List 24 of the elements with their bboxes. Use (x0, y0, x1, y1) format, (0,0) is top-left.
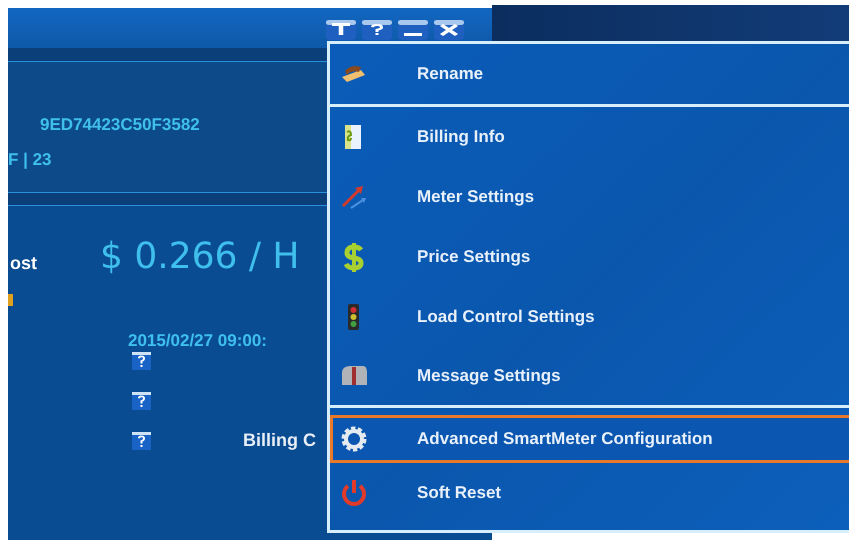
menu-item[interactable]: Meter Settings (330, 167, 849, 227)
menu-item[interactable]: Message Settings (330, 347, 849, 405)
help-icon[interactable] (132, 392, 151, 410)
billing-label: Billing C (243, 429, 316, 452)
pin-icon[interactable] (326, 20, 356, 40)
timestamp: 2015/02/27 09:00: (128, 330, 267, 352)
menu-item[interactable]: Price Settings (330, 227, 849, 287)
help-icon[interactable] (132, 352, 151, 370)
device-info: F | 23 (8, 149, 52, 171)
menu-item[interactable]: Billing Info (330, 107, 849, 167)
cost-label: ost (10, 252, 37, 275)
device-id: 9ED74423C50F3582 (40, 114, 200, 136)
menu-item[interactable]: Advanced SmartMeter Configuration (330, 415, 849, 463)
close-icon[interactable] (434, 20, 464, 40)
cost-value: $ 0.266 / H (100, 235, 300, 279)
help-icon[interactable] (132, 432, 151, 450)
status-mark (8, 294, 13, 306)
menu-item[interactable]: Soft Reset (330, 463, 849, 523)
menu-item[interactable]: Load Control Settings (330, 287, 849, 347)
power-icon (339, 478, 369, 508)
gear-icon (339, 424, 369, 454)
menu-item[interactable]: Rename (330, 44, 849, 104)
help-icon[interactable] (362, 20, 392, 40)
minimize-icon[interactable] (398, 20, 428, 40)
